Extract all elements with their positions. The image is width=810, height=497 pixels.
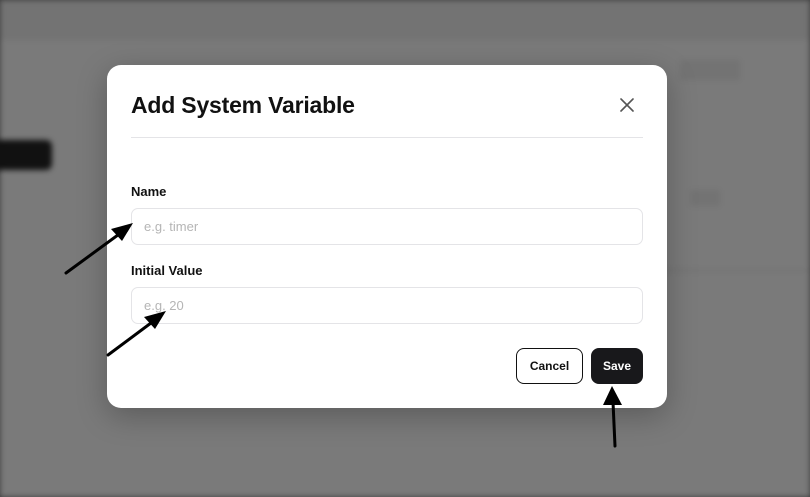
name-label: Name xyxy=(131,184,167,199)
dialog-title: Add System Variable xyxy=(131,92,355,118)
name-input[interactable] xyxy=(131,208,643,245)
close-icon xyxy=(620,98,634,112)
initial-value-label: Initial Value xyxy=(131,263,203,278)
close-button[interactable] xyxy=(615,93,639,117)
cancel-button[interactable]: Cancel xyxy=(516,348,583,384)
add-system-variable-dialog: Add System Variable Name Initial Value C… xyxy=(107,65,667,408)
header-divider xyxy=(131,137,643,138)
save-button[interactable]: Save xyxy=(591,348,643,384)
initial-value-input[interactable] xyxy=(131,287,643,324)
